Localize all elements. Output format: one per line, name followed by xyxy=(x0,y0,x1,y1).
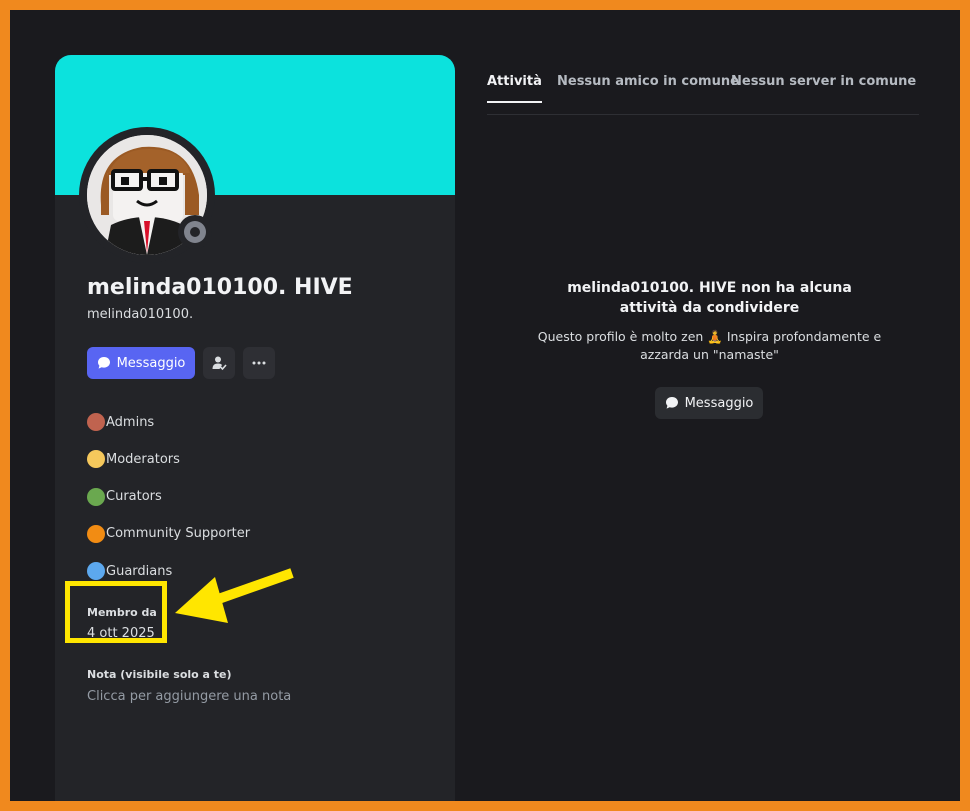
add-friend-button[interactable] xyxy=(203,347,235,379)
role-list: Admins Moderators Curators Community Sup… xyxy=(87,411,250,597)
screenshot-frame: melinda010100. HIVE melinda010100. Messa… xyxy=(0,0,970,811)
annotation-highlight-box xyxy=(65,581,167,643)
role-label: Admins xyxy=(106,414,155,430)
message-button-label: Messaggio xyxy=(116,355,186,371)
more-options-button[interactable] xyxy=(243,347,275,379)
role-item[interactable]: Admins xyxy=(87,411,250,433)
note-label: Nota (visibile solo a te) xyxy=(87,668,232,681)
role-label: Moderators xyxy=(106,451,180,467)
person-check-icon xyxy=(212,356,227,371)
role-item[interactable]: Community Supporter xyxy=(87,523,250,545)
role-color-dot xyxy=(87,524,105,543)
role-color-dot xyxy=(87,413,105,431)
profile-card: melinda010100. HIVE melinda010100. Messa… xyxy=(55,55,455,801)
role-label: Guardians xyxy=(106,563,173,579)
role-item[interactable]: Curators xyxy=(87,486,250,508)
activity-message-button[interactable]: Messaggio xyxy=(655,387,763,419)
chat-bubble-icon xyxy=(97,357,110,369)
activity-empty-title: melinda010100. HIVE non ha alcuna attivi… xyxy=(567,280,852,316)
note-input[interactable]: Clicca per aggiungere una nota xyxy=(87,689,291,704)
activity-message-button-label: Messaggio xyxy=(684,395,754,411)
tab-mutual-servers[interactable]: Nessun server in comune xyxy=(731,74,916,101)
activity-empty-subtitle: Questo profilo è molto zen 🧘 Inspira pro… xyxy=(537,329,882,362)
role-color-dot xyxy=(87,562,105,581)
avatar-ring xyxy=(79,127,215,263)
role-item[interactable]: Moderators xyxy=(87,448,250,470)
status-offline-indicator xyxy=(178,215,212,249)
message-button[interactable]: Messaggio xyxy=(87,347,195,379)
role-color-dot xyxy=(87,487,105,506)
role-label: Curators xyxy=(106,489,162,505)
username: melinda010100. xyxy=(87,307,194,322)
display-name: melinda010100. HIVE xyxy=(87,275,353,300)
ellipsis-icon xyxy=(252,361,266,365)
tab-mutual-friends[interactable]: Nessun amico in comune xyxy=(557,74,739,101)
role-color-dot xyxy=(87,450,105,469)
tab-activity[interactable]: Attività xyxy=(487,74,542,103)
profile-tabs: Attività Nessun amico in comune Nessun s… xyxy=(487,74,919,115)
role-item[interactable]: Guardians xyxy=(87,560,250,582)
role-label: Community Supporter xyxy=(106,526,251,542)
chat-bubble-icon xyxy=(665,397,678,409)
